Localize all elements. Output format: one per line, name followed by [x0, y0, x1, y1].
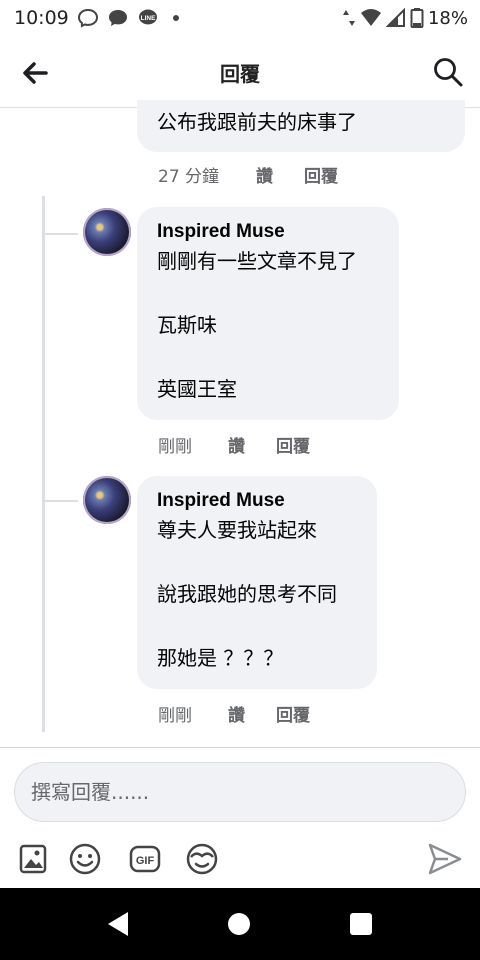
reply-actions: 剛剛 讚 回覆	[158, 432, 310, 457]
reply-input[interactable]: 撰寫回覆......	[14, 762, 466, 822]
reply-button[interactable]: 回覆	[276, 701, 310, 726]
comment-line: 說我跟她的思考不同	[157, 582, 337, 606]
comment-line	[157, 277, 379, 309]
comment-time: 剛剛	[158, 706, 192, 726]
wifi-icon	[360, 9, 381, 26]
more-notifications-dot	[172, 15, 179, 21]
parent-comment-text: 公布我跟前夫的床事了	[157, 110, 357, 134]
svg-text:LINE: LINE	[140, 15, 155, 22]
like-button[interactable]: 讚	[228, 432, 276, 457]
nav-home-icon[interactable]	[228, 913, 250, 935]
reply-actions: 剛剛 讚 回覆	[158, 701, 310, 726]
status-time: 10:09	[14, 7, 69, 29]
reply-button[interactable]: 回覆	[276, 432, 310, 457]
like-button[interactable]: 讚	[256, 162, 304, 187]
chat-notification-icon	[108, 10, 127, 26]
comment-author[interactable]: Inspired Muse	[157, 488, 357, 514]
send-icon[interactable]	[426, 840, 464, 878]
parent-comment-bubble[interactable]: 公布我跟前夫的床事了	[137, 100, 465, 152]
nav-back-icon[interactable]	[106, 910, 130, 938]
comment-time: 剛剛	[158, 437, 192, 457]
avatar[interactable]	[83, 476, 131, 524]
battery-percent: 18%	[427, 7, 468, 29]
comment-line: 尊夫人要我站起來	[157, 518, 317, 542]
comment-time: 27 分鐘	[158, 167, 220, 187]
comment-line: 那她是 ？？？	[157, 646, 284, 670]
messenger-notification-icon	[77, 8, 98, 28]
svg-text:GIF: GIF	[136, 855, 155, 867]
search-icon[interactable]	[430, 54, 466, 90]
avatar[interactable]	[83, 208, 131, 256]
comment-line	[157, 341, 379, 373]
thread-line	[42, 196, 45, 732]
comment-author[interactable]: Inspired Muse	[157, 219, 379, 245]
comment-line: 英國王室	[157, 377, 237, 401]
reply-bubble[interactable]: Inspired Muse 尊夫人要我站起來 說我跟她的思考不同 那她是 ？？？	[137, 476, 377, 689]
like-button[interactable]: 讚	[228, 701, 276, 726]
app-header: 回覆	[0, 36, 480, 108]
status-bar: 10:09 LINE 18%	[0, 0, 480, 36]
photo-icon[interactable]	[16, 842, 50, 876]
line-app-icon: LINE	[138, 9, 157, 25]
signal-icon	[385, 8, 405, 27]
thread-branch	[44, 233, 78, 235]
reply-bubble[interactable]: Inspired Muse 剛剛有一些文章不見了 瓦斯味 英國王室	[137, 207, 399, 420]
nav-recents-icon[interactable]	[350, 913, 372, 935]
sticker-icon[interactable]	[185, 842, 219, 876]
comment-line	[157, 610, 357, 642]
data-arrows-icon	[342, 10, 355, 26]
comment-line	[157, 546, 357, 578]
reply-button[interactable]: 回覆	[304, 162, 338, 187]
comment-line: 剛剛有一些文章不見了	[157, 249, 357, 273]
thread-branch	[44, 500, 78, 502]
emoji-icon[interactable]	[68, 842, 102, 876]
gif-icon[interactable]: GIF	[128, 842, 162, 876]
parent-comment-actions: 27 分鐘 讚 回覆	[158, 162, 338, 187]
comment-line: 瓦斯味	[157, 313, 217, 337]
system-nav-bar	[0, 888, 480, 960]
battery-icon	[410, 8, 424, 28]
page-title: 回覆	[220, 62, 260, 86]
composer-divider	[0, 747, 480, 748]
